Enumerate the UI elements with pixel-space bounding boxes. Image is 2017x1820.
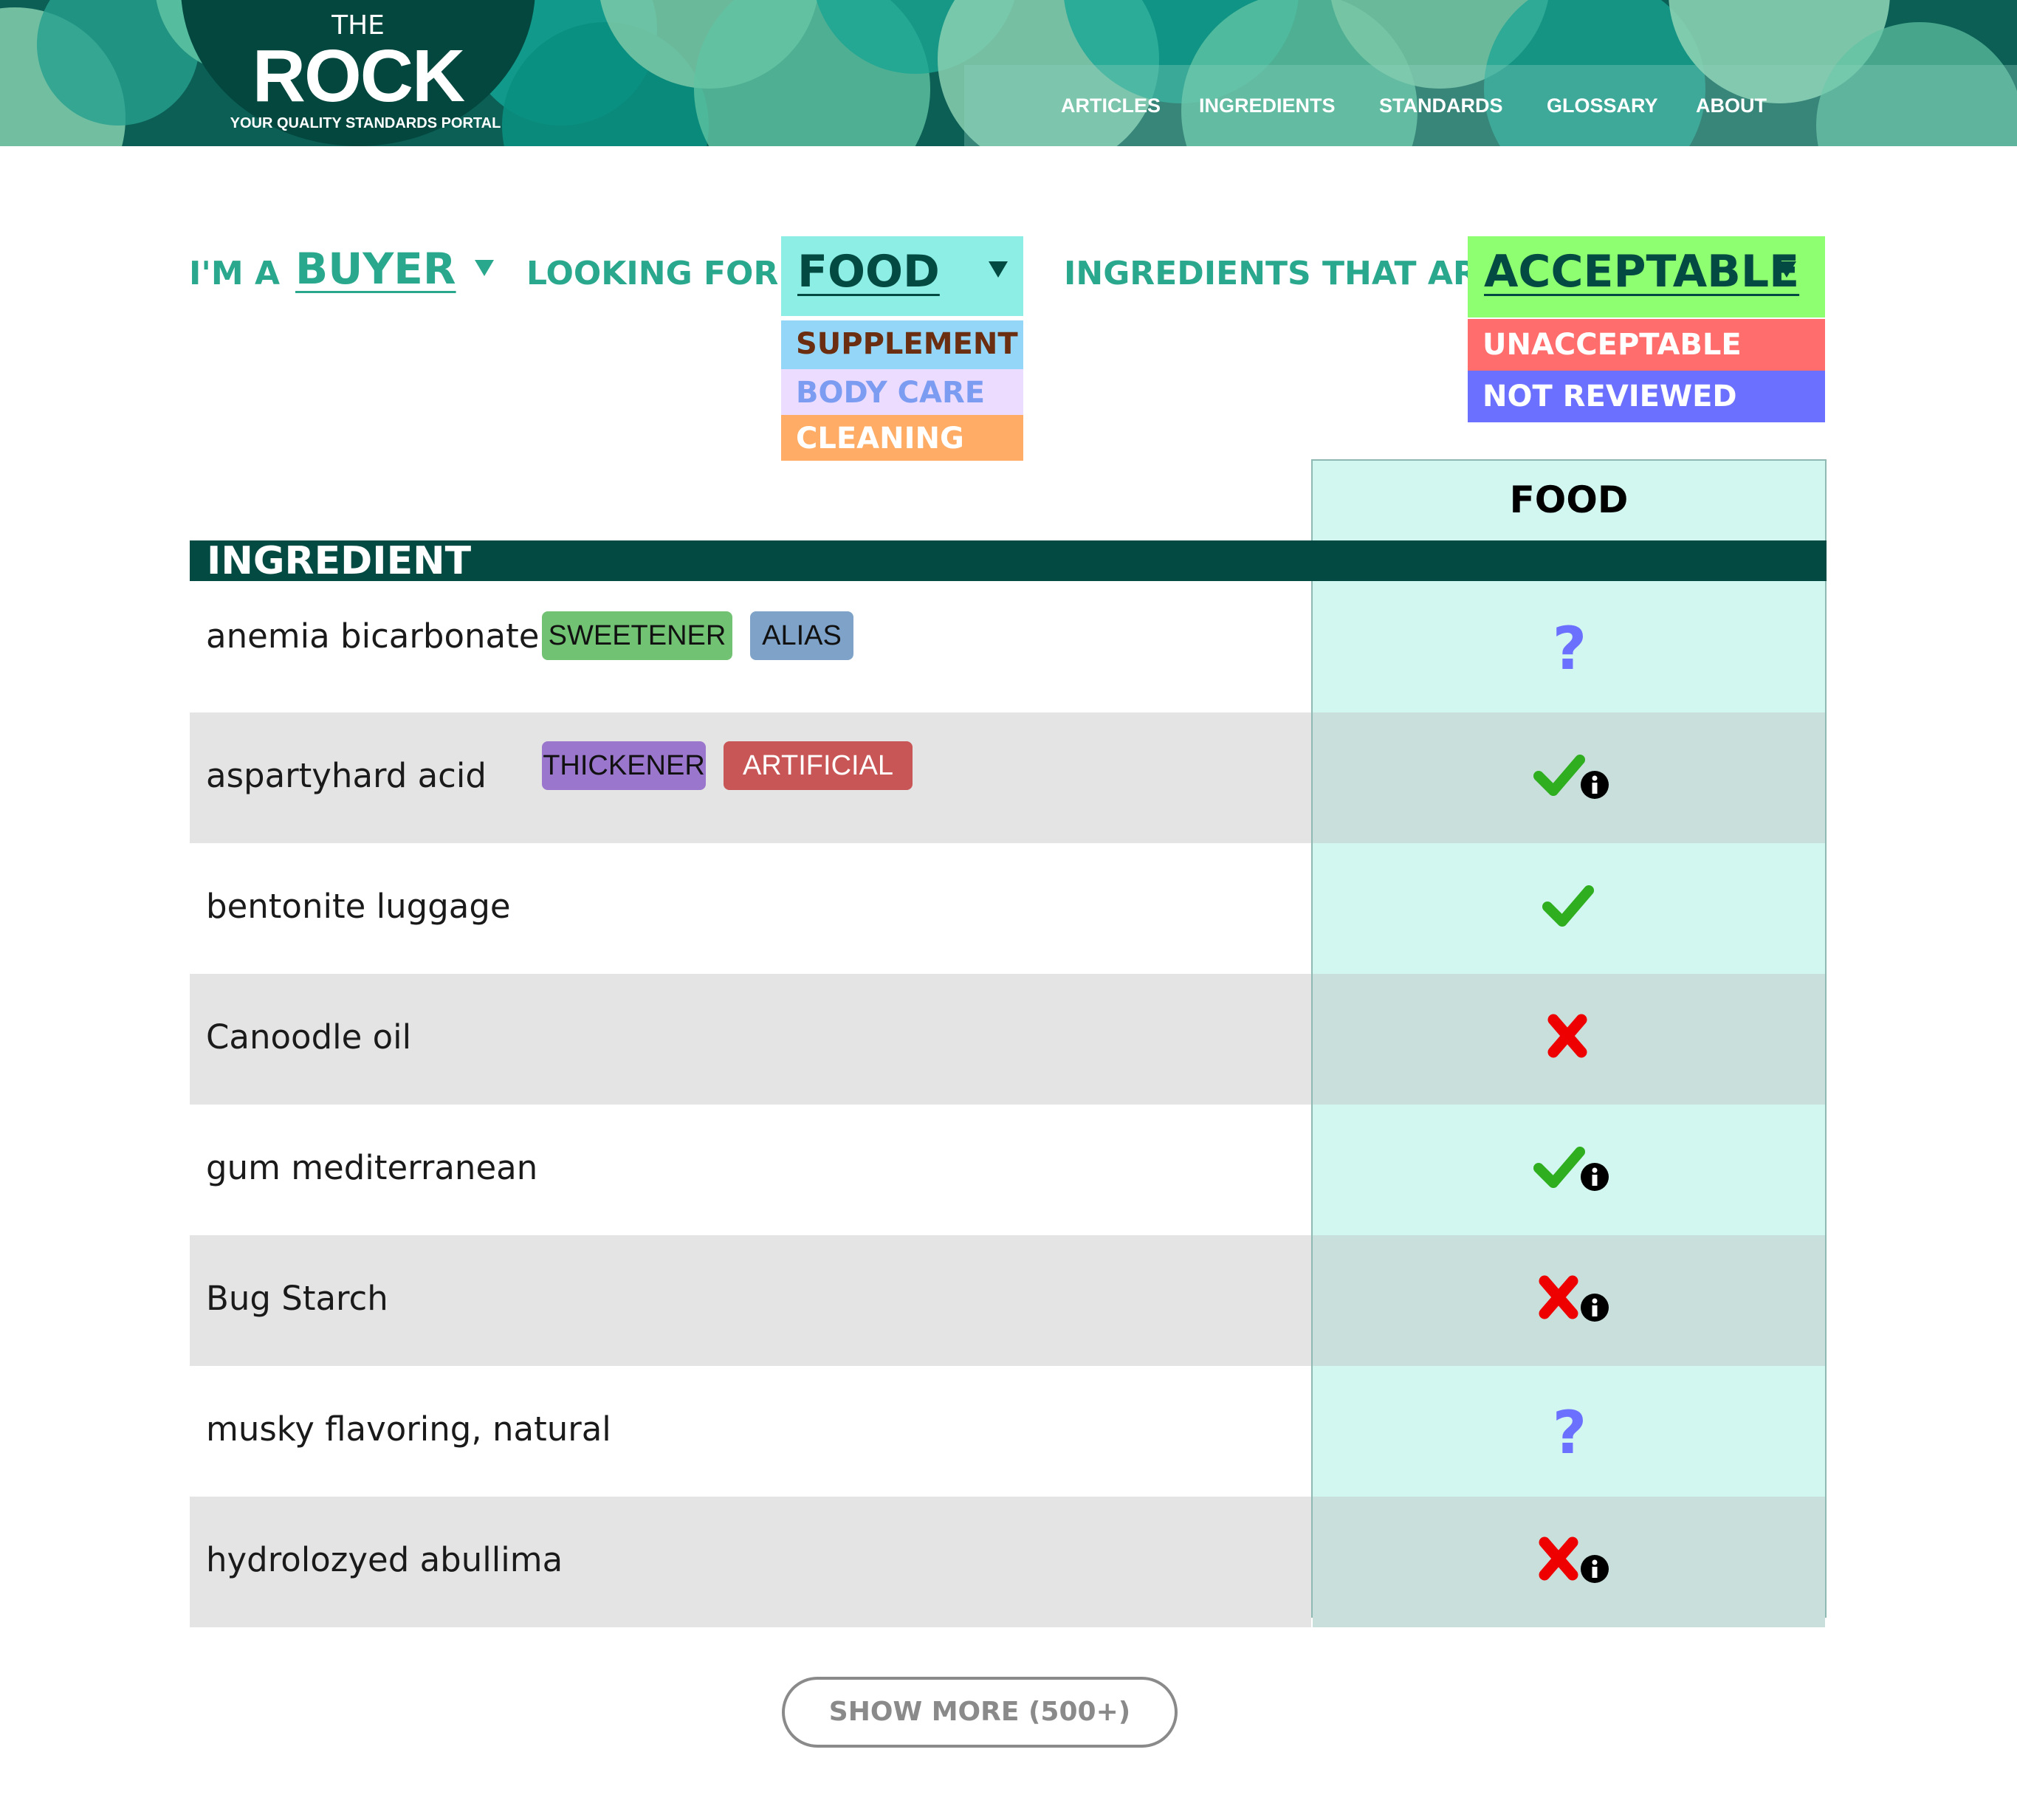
ingredient-name[interactable]: hydrolozyed abullima xyxy=(206,1538,563,1582)
tag-thickener[interactable]: THICKENER xyxy=(542,741,706,790)
food-column-header: FOOD xyxy=(1509,478,1629,521)
ingredient-name[interactable]: aspartyhard acid xyxy=(206,754,487,798)
svg-text:?: ? xyxy=(1553,614,1587,681)
ingredient-name[interactable]: Canoodle oil xyxy=(206,1015,411,1060)
nav-articles[interactable]: ARTICLES xyxy=(1061,95,1161,117)
status-cell xyxy=(1525,1260,1614,1337)
status-cell xyxy=(1525,738,1614,814)
logo-tagline: YOUR QUALITY STANDARDS PORTAL xyxy=(230,115,501,131)
ingredient-name[interactable]: bentonite luggage xyxy=(206,885,511,929)
question-icon: ? xyxy=(1553,614,1587,683)
check-icon xyxy=(1533,755,1609,799)
status-cell xyxy=(1525,868,1614,945)
info-icon[interactable] xyxy=(1581,1555,1609,1583)
nav-ingredients[interactable]: INGREDIENTS xyxy=(1199,95,1336,117)
category-option-body-care[interactable]: BODY CARE xyxy=(781,369,1023,415)
status-option-not-reviewed[interactable]: NOT REVIEWED xyxy=(1468,371,1825,422)
status-cell: ? xyxy=(1525,1391,1614,1468)
site-header: THE ROCK YOUR QUALITY STANDARDS PORTAL A… xyxy=(0,0,2017,146)
cross-icon xyxy=(1547,1014,1587,1058)
ingredient-column-header: INGREDIENT xyxy=(207,539,472,583)
status-label: INGREDIENTS THAT ARE xyxy=(1064,255,1500,292)
cross-icon xyxy=(1539,1536,1609,1583)
ingredient-name[interactable]: gum mediterranean xyxy=(206,1146,537,1190)
category-option-cleaning[interactable]: CLEANING xyxy=(781,415,1023,461)
info-icon[interactable] xyxy=(1581,1294,1609,1322)
status-option-unacceptable[interactable]: UNACCEPTABLE xyxy=(1468,319,1825,371)
nav-glossary[interactable]: GLOSSARY xyxy=(1547,95,1658,117)
tag-alias[interactable]: ALIAS xyxy=(750,611,853,660)
question-icon: ? xyxy=(1553,1398,1587,1467)
status-selected[interactable]: ACCEPTABLE xyxy=(1484,246,1799,298)
looking-for-label: LOOKING FOR xyxy=(526,255,779,292)
status-dropdown-arrow-icon[interactable] xyxy=(1777,261,1796,278)
ingredient-name[interactable]: musky flavoring, natural xyxy=(206,1407,611,1452)
tag-artificial[interactable]: ARTIFICIAL xyxy=(724,741,913,790)
status-cell xyxy=(1525,1522,1614,1598)
role-dropdown-arrow-icon[interactable] xyxy=(475,260,494,276)
status-cell xyxy=(1525,999,1614,1076)
svg-text:?: ? xyxy=(1553,1398,1587,1465)
tag-sweetener[interactable]: SWEETENER xyxy=(542,611,732,660)
status-cell: ? xyxy=(1525,607,1614,684)
info-icon[interactable] xyxy=(1581,1163,1609,1191)
check-icon xyxy=(1542,885,1594,927)
role-select[interactable]: BUYER xyxy=(295,244,456,294)
category-option-supplement[interactable]: SUPPLEMENT xyxy=(781,320,1023,369)
ingredient-name[interactable]: anemia bicarbonate xyxy=(206,614,539,659)
check-icon xyxy=(1533,1147,1609,1191)
status-cell xyxy=(1525,1130,1614,1206)
category-selected[interactable]: FOOD xyxy=(797,246,940,298)
info-icon[interactable] xyxy=(1581,771,1609,799)
logo-wordmark[interactable]: ROCK xyxy=(0,34,716,119)
category-dropdown-arrow-icon[interactable] xyxy=(989,261,1008,278)
im-a-label: I'M A xyxy=(189,255,280,292)
cross-icon xyxy=(1539,1275,1609,1322)
ingredient-name[interactable]: Bug Starch xyxy=(206,1277,388,1321)
show-more-button[interactable]: SHOW MORE (500+) xyxy=(782,1677,1178,1748)
nav-standards[interactable]: STANDARDS xyxy=(1379,95,1503,117)
nav-about[interactable]: ABOUT xyxy=(1696,95,1767,117)
